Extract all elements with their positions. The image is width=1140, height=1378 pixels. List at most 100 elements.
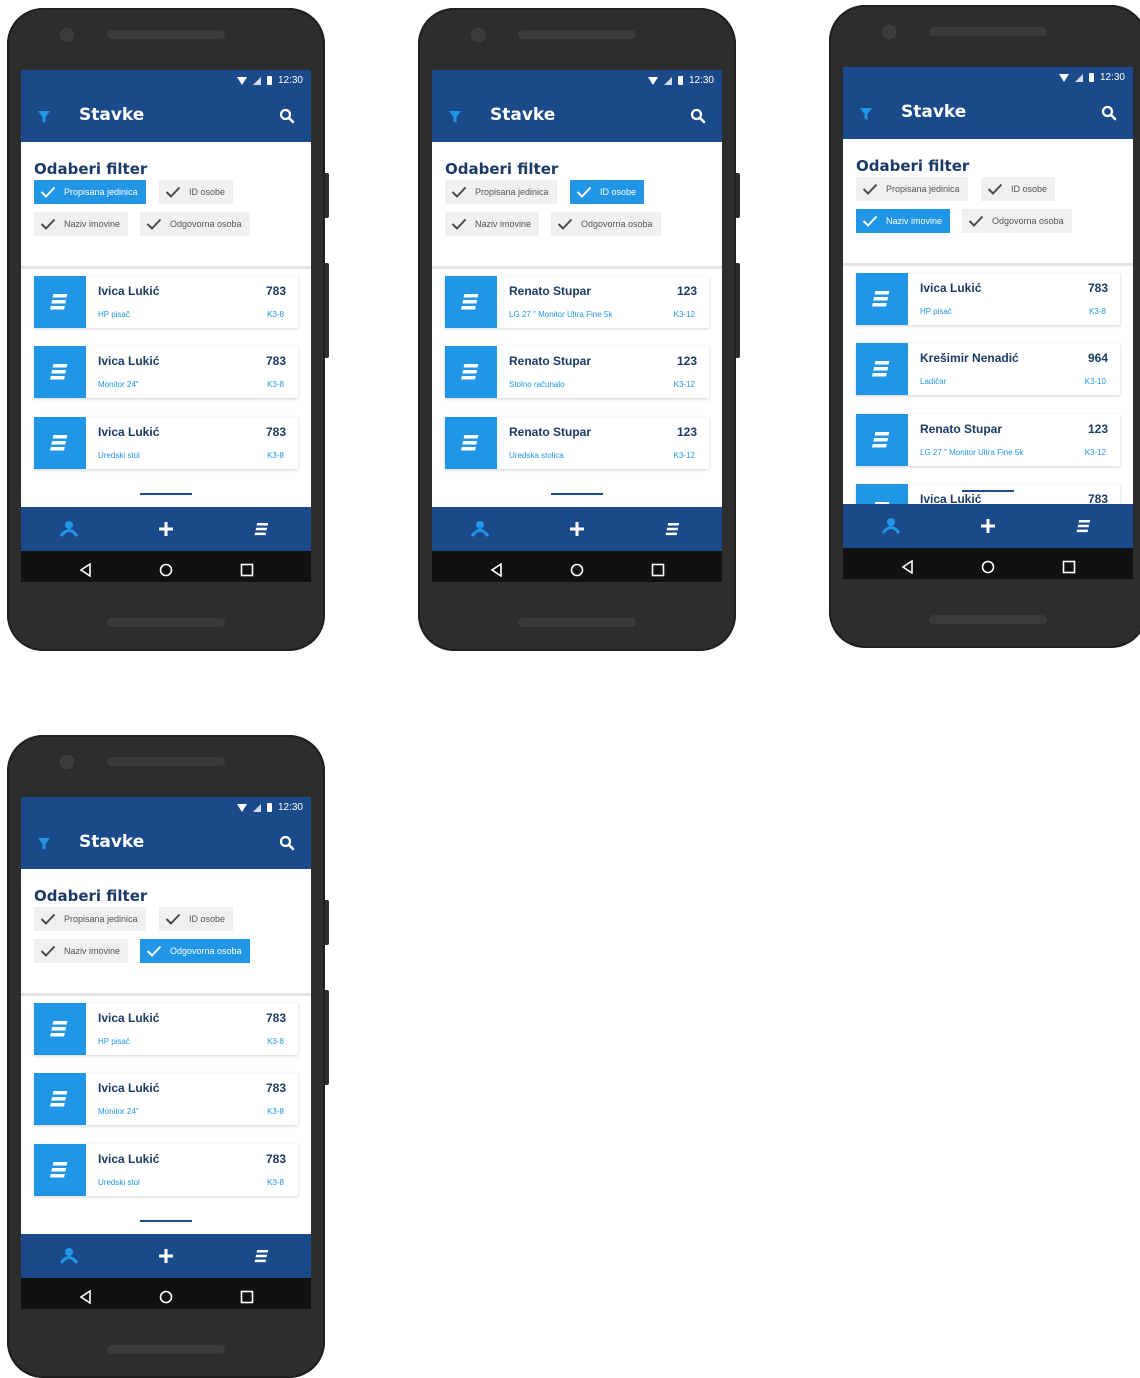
- scroll-indicator: [140, 1220, 192, 1222]
- person-icon[interactable]: [59, 519, 79, 539]
- list-item[interactable]: Ivica Lukić 783 HP pisač K3-8: [34, 276, 298, 328]
- plus-icon[interactable]: [156, 519, 176, 539]
- search-icon[interactable]: [279, 108, 295, 124]
- plus-icon[interactable]: [978, 516, 998, 536]
- wifi-icon: [236, 76, 247, 85]
- list-item[interactable]: Ivica Lukić 783 HP pisač K3-8: [34, 1003, 298, 1055]
- item-number: 783: [265, 425, 286, 439]
- filter-chip[interactable]: ID osobe: [159, 907, 234, 931]
- bottom-navigation: [21, 1234, 311, 1278]
- filter-chip[interactable]: Odgovorna osoba: [140, 212, 250, 236]
- home-icon[interactable]: [159, 563, 173, 577]
- filter-chip[interactable]: Naziv imovine: [445, 212, 540, 236]
- person-icon[interactable]: [470, 519, 490, 539]
- filter-chip[interactable]: Propisana jedinica: [34, 907, 146, 931]
- home-icon[interactable]: [981, 560, 995, 574]
- home-icon[interactable]: [159, 1290, 173, 1304]
- list-item[interactable]: Renato Stupar 123 LG 27 " Monitor Ultra Fi…: [856, 414, 1120, 466]
- back-icon[interactable]: [901, 560, 915, 574]
- recents-icon[interactable]: [651, 563, 665, 577]
- filter-chip[interactable]: Propisana jedinica: [34, 180, 146, 204]
- filter-chip[interactable]: Odgovorna osoba: [551, 212, 661, 236]
- check-icon: [576, 186, 592, 198]
- filter-heading: Odaberi filter: [34, 887, 148, 905]
- list-icon: [872, 432, 890, 448]
- list-item[interactable]: Renato Stupar 123 Uredska stolica K3-12: [445, 417, 709, 469]
- filter-icon[interactable]: [859, 107, 873, 121]
- speaker-grille-bottom: [518, 618, 636, 627]
- bottom-navigation: [432, 507, 722, 551]
- filter-chip-label: Odgovorna osoba: [170, 219, 242, 229]
- filter-chip[interactable]: Naziv imovine: [856, 209, 951, 233]
- recents-icon[interactable]: [1062, 560, 1076, 574]
- filter-icon[interactable]: [37, 837, 51, 851]
- item-code: K3-12: [673, 380, 695, 389]
- filter-chip[interactable]: Odgovorna osoba: [140, 939, 250, 963]
- home-icon[interactable]: [570, 563, 584, 577]
- item-name: Ivica Lukić: [98, 425, 160, 439]
- filter-chip[interactable]: Naziv imovine: [34, 212, 129, 236]
- list-icon: [50, 1162, 68, 1178]
- list-item[interactable]: Ivica Lukić 783 HP pisač K3-8: [856, 273, 1120, 325]
- list-icon: [872, 361, 890, 377]
- back-icon[interactable]: [79, 1290, 93, 1304]
- search-icon[interactable]: [690, 108, 706, 124]
- person-icon[interactable]: [881, 516, 901, 536]
- list-item[interactable]: Ivica Lukić 783 Monitor 24" K3-8: [34, 1073, 298, 1125]
- filter-chip-label: Odgovorna osoba: [170, 946, 242, 956]
- volume-button[interactable]: [325, 263, 329, 358]
- filter-chip[interactable]: ID osobe: [159, 180, 234, 204]
- search-icon[interactable]: [1101, 105, 1117, 121]
- filter-icon[interactable]: [37, 110, 51, 124]
- recents-icon[interactable]: [240, 563, 254, 577]
- item-description: HP pisač: [98, 310, 130, 319]
- filter-chip[interactable]: Odgovorna osoba: [962, 209, 1072, 233]
- volume-button[interactable]: [736, 263, 740, 358]
- battery-icon: [1088, 73, 1094, 82]
- item-number: 964: [1087, 351, 1108, 365]
- item-code: K3-12: [1084, 448, 1106, 457]
- filter-chip[interactable]: Propisana jedinica: [856, 177, 968, 201]
- phone-frame-4: 12:30 Stavke Odaberi filter Propisana je…: [7, 735, 329, 1378]
- filter-chip-label: Naziv imovine: [64, 946, 121, 956]
- back-icon[interactable]: [79, 563, 93, 577]
- divider: [21, 993, 311, 996]
- list-item[interactable]: Krešimir Nenadić 964 Ladičar K3-10: [856, 343, 1120, 395]
- list-icon[interactable]: [253, 519, 273, 539]
- power-button[interactable]: [325, 173, 329, 218]
- filter-chip-label: Propisana jedinica: [475, 187, 549, 197]
- list-item[interactable]: Ivica Lukić 783 Uredski stol K3-8: [34, 1144, 298, 1196]
- divider: [843, 263, 1133, 266]
- back-icon[interactable]: [490, 563, 504, 577]
- list-item[interactable]: Renato Stupar 123 Stolno računalo K3-12: [445, 346, 709, 398]
- power-button[interactable]: [736, 173, 740, 218]
- plus-icon[interactable]: [156, 1246, 176, 1266]
- list-icon[interactable]: [664, 519, 684, 539]
- search-icon[interactable]: [279, 835, 295, 851]
- plus-icon[interactable]: [567, 519, 587, 539]
- power-button[interactable]: [325, 900, 329, 945]
- recents-icon[interactable]: [240, 1290, 254, 1304]
- item-thumbnail: [34, 276, 86, 328]
- filter-chip[interactable]: ID osobe: [570, 180, 645, 204]
- person-icon[interactable]: [59, 1246, 79, 1266]
- filter-chip[interactable]: Propisana jedinica: [445, 180, 557, 204]
- phone-frame-2: 12:30 Stavke Odaberi filter Propisana je…: [418, 8, 740, 651]
- list-icon[interactable]: [1075, 516, 1095, 536]
- list-item[interactable]: Ivica Lukić 783 Uredski stol K3-8: [34, 417, 298, 469]
- list-icon[interactable]: [253, 1246, 273, 1266]
- item-thumbnail: [34, 346, 86, 398]
- filter-chip[interactable]: ID osobe: [981, 177, 1056, 201]
- camera-icon: [882, 25, 896, 39]
- signal-icon: [252, 76, 261, 85]
- list-item[interactable]: Renato Stupar 123 LG 27 " Monitor Ultra Fi…: [445, 276, 709, 328]
- page-title: Stavke: [79, 832, 145, 852]
- divider: [432, 266, 722, 269]
- volume-button[interactable]: [325, 990, 329, 1085]
- list-item[interactable]: Ivica Lukić 783 Monitor 24" K3-8: [34, 346, 298, 398]
- filter-icon[interactable]: [448, 110, 462, 124]
- item-name: Ivica Lukić: [98, 354, 160, 368]
- check-icon: [862, 183, 878, 195]
- filter-chip[interactable]: Naziv imovine: [34, 939, 129, 963]
- item-description: Uredska stolica: [509, 451, 564, 460]
